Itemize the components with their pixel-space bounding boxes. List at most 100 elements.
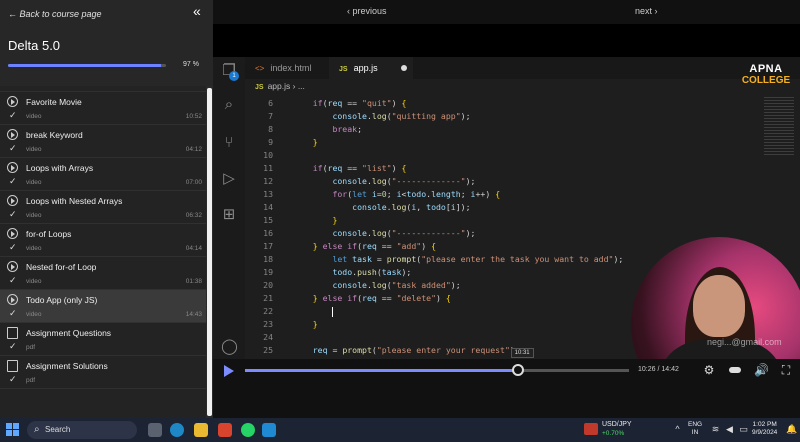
lesson-item[interactable]: ✓ Nested for-of Loop video 01:38 [0, 257, 206, 290]
lesson-duration: 04:14 [185, 245, 202, 252]
language-indicator[interactable]: ENG IN [688, 421, 702, 437]
sidebar-scroll-thumb[interactable] [207, 88, 212, 416]
course-sidebar: ← Back to course page « Delta 5.0 97 % ✓… [0, 0, 213, 418]
system-clock[interactable]: 1:02 PM 9/9/2024 [752, 421, 777, 437]
lesson-title: Loops with Arrays [26, 163, 94, 173]
volume-icon[interactable]: 🔊 [754, 363, 769, 377]
line-number: 8 [268, 124, 273, 134]
completed-check-icon: ✓ [9, 176, 17, 186]
fullscreen-icon[interactable]: ⛶ [779, 363, 793, 377]
code-line: 12 console.log("-------------"); [245, 175, 765, 188]
document-icon [7, 327, 18, 339]
play-circle-icon [7, 228, 18, 239]
lesson-title: Loops with Nested Arrays [26, 196, 123, 206]
settings-gear-icon[interactable]: ⚙ [702, 363, 716, 377]
lesson-item[interactable]: ✓ break Keyword video 04:12 [0, 125, 206, 158]
vscode-icon[interactable] [262, 423, 276, 437]
seek-bar[interactable] [245, 369, 629, 372]
unsaved-dot-icon [401, 65, 407, 71]
breadcrumb-file: app.js [267, 81, 291, 91]
next-lesson-link[interactable]: next › [635, 6, 658, 16]
line-number: 22 [263, 306, 273, 316]
code-line: 6 if(req == "quit") { [245, 97, 765, 110]
lesson-item[interactable]: ✓ Loops with Nested Arrays video 06:32 [0, 191, 206, 224]
line-number: 18 [263, 254, 273, 264]
lesson-type: video [26, 311, 42, 318]
run-debug-icon: ▷ [223, 170, 235, 187]
explorer-badge: 1 [229, 71, 239, 81]
code-text: req = prompt("please enter your request"… [312, 345, 520, 355]
lesson-duration: 04:12 [185, 146, 202, 153]
line-number: 14 [263, 202, 273, 212]
play-button[interactable] [224, 365, 234, 377]
previous-lesson-link[interactable]: ‹ previous [347, 6, 387, 16]
lesson-type: video [26, 245, 42, 252]
line-number: 10 [263, 150, 273, 160]
lesson-type: pdf [26, 377, 36, 384]
account-icon: ◯ [221, 338, 238, 355]
lesson-duration: 01:38 [185, 278, 202, 285]
video-nav-bar: ‹ previous next › [213, 0, 800, 24]
file-explorer-icon[interactable] [194, 423, 208, 437]
lesson-title: Nested for-of Loop [26, 262, 97, 272]
code-text: let task = prompt("please enter the task… [332, 254, 624, 264]
ticker-change: +0.70% [602, 430, 625, 437]
lesson-item[interactable]: ✓ Favorite Movie video 10:52 [0, 92, 206, 125]
tray-chevron-icon[interactable]: ^ [672, 424, 683, 435]
brave-browser-icon[interactable] [218, 423, 232, 437]
course-progress-label: 97 % [183, 61, 199, 68]
back-to-course-link[interactable]: ← Back to course page [8, 9, 102, 19]
completed-check-icon: ✓ [9, 341, 17, 351]
code-text: console.log("-------------"); [332, 176, 476, 186]
battery-icon[interactable]: ▭ [738, 424, 749, 435]
code-text: } [312, 319, 318, 329]
code-text: todo.push(task); [332, 267, 412, 277]
lesson-item[interactable]: ✓ Loops with Arrays video 07:00 [0, 158, 206, 191]
play-circle-icon [7, 261, 18, 272]
code-text: } [332, 215, 338, 225]
play-circle-icon [7, 129, 18, 140]
edge-browser-icon[interactable] [170, 423, 184, 437]
code-line: 9 } [245, 136, 765, 149]
code-text: for(let i=0; i<todo.length; i++) { [332, 189, 501, 199]
code-line: 7 console.log("quitting app"); [245, 110, 765, 123]
player-controls: 10:31 10:26 / 14:42 ⚙ 🔊 ⛶ [213, 348, 800, 418]
seek-handle[interactable] [511, 364, 524, 376]
course-progress-fill [8, 64, 162, 67]
collapse-sidebar-icon[interactable]: « [193, 4, 207, 18]
lesson-title: Assignment Solutions [26, 361, 108, 371]
lesson-item[interactable]: ✓ for-of Loops video 04:14 [0, 224, 206, 257]
lesson-title: Assignment Questions [26, 328, 112, 338]
lesson-item[interactable]: ✓ Assignment Solutions pdf [0, 356, 206, 389]
task-view-icon[interactable] [148, 423, 162, 437]
line-number: 25 [263, 345, 273, 355]
speaker-icon[interactable]: ◀ [724, 424, 735, 435]
windows-start-icon[interactable] [6, 423, 20, 437]
line-number: 12 [263, 176, 273, 186]
apna-college-logo: APNA COLLEGE [741, 63, 791, 87]
play-circle-icon [7, 195, 18, 206]
whatsapp-icon[interactable] [241, 423, 255, 437]
extensions-icon: ⊞ [222, 206, 236, 223]
line-number: 6 [268, 98, 273, 108]
notification-bell-icon[interactable]: 🔔 [786, 424, 797, 435]
code-line: 16 console.log("-------------"); [245, 227, 765, 240]
wifi-icon[interactable]: ≋ [710, 424, 721, 435]
code-text: console.log(i, todo[i]); [352, 202, 471, 212]
video-frame[interactable]: ❐ 1 ⌕ ⑂ ▷ ⊞ ◯ <> index.html JS app.js JS ap… [213, 24, 800, 359]
lesson-item[interactable]: ✓ Todo App (only JS) video 14:43 [0, 290, 206, 323]
course-progress-bar [8, 64, 166, 67]
lesson-duration: 07:00 [185, 179, 202, 186]
autoplay-toggle[interactable] [729, 367, 741, 373]
timecode: 10:26 / 14:42 [638, 366, 679, 373]
lesson-item[interactable]: ✓ Assignment Questions pdf [0, 323, 206, 356]
lesson-title: Favorite Movie [26, 97, 82, 107]
tab-label: app.js [353, 63, 378, 73]
clock-date: 9/9/2024 [752, 429, 778, 436]
taskbar-search[interactable]: ⌕ Search [27, 421, 137, 439]
tab-label: index.html [270, 63, 312, 73]
breadcrumb: JS app.js › ... [255, 81, 305, 91]
search-label: Search [45, 425, 71, 434]
lesson-title: Todo App (only JS) [26, 295, 98, 305]
code-line: 15 } [245, 214, 765, 227]
